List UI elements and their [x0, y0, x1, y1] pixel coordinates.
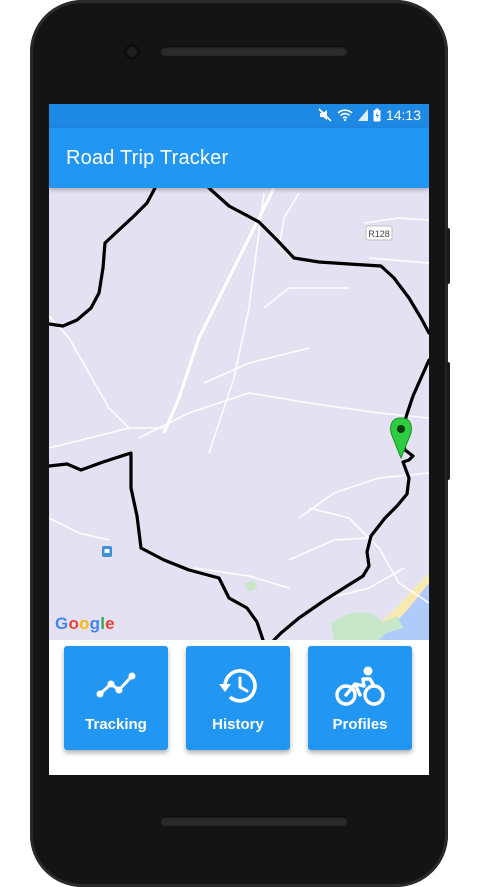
cyclist-icon	[335, 666, 385, 706]
tracking-button[interactable]: Tracking	[64, 646, 168, 750]
app-bar: Road Trip Tracker	[49, 128, 429, 188]
profiles-button[interactable]: Profiles	[308, 646, 412, 750]
mute-icon	[318, 108, 332, 122]
front-camera	[124, 44, 140, 60]
svg-text:R128: R128	[368, 229, 390, 239]
road-label-r128: R128	[365, 225, 393, 241]
power-button	[446, 228, 450, 284]
map-view[interactable]: R128 Google	[49, 188, 429, 640]
volume-button	[446, 362, 450, 480]
history-button-label: History	[212, 716, 264, 733]
map-canvas[interactable]: R128	[49, 188, 429, 640]
park-areas	[244, 580, 403, 640]
profiles-button-label: Profiles	[332, 716, 388, 733]
google-attribution: Google	[55, 614, 115, 633]
app-title: Road Trip Tracker	[66, 147, 229, 169]
status-bar: 14:13	[49, 104, 429, 128]
battery-icon	[373, 108, 381, 122]
tracking-icon	[96, 672, 136, 698]
minor-roads	[49, 192, 429, 604]
top-speaker	[160, 46, 348, 56]
history-icon	[219, 669, 257, 703]
signal-icon	[357, 109, 368, 121]
map-poi-icon	[102, 546, 112, 557]
status-time: 14:13	[385, 107, 421, 123]
wifi-icon	[337, 109, 353, 122]
history-button[interactable]: History	[186, 646, 290, 750]
major-road	[162, 188, 276, 434]
screen: 14:13 Road Trip Tracker R128 Google Trac…	[49, 104, 429, 775]
bottom-speaker	[160, 816, 348, 826]
bottom-panel: Tracking History Profiles	[49, 640, 429, 775]
tracking-button-label: Tracking	[85, 716, 147, 733]
